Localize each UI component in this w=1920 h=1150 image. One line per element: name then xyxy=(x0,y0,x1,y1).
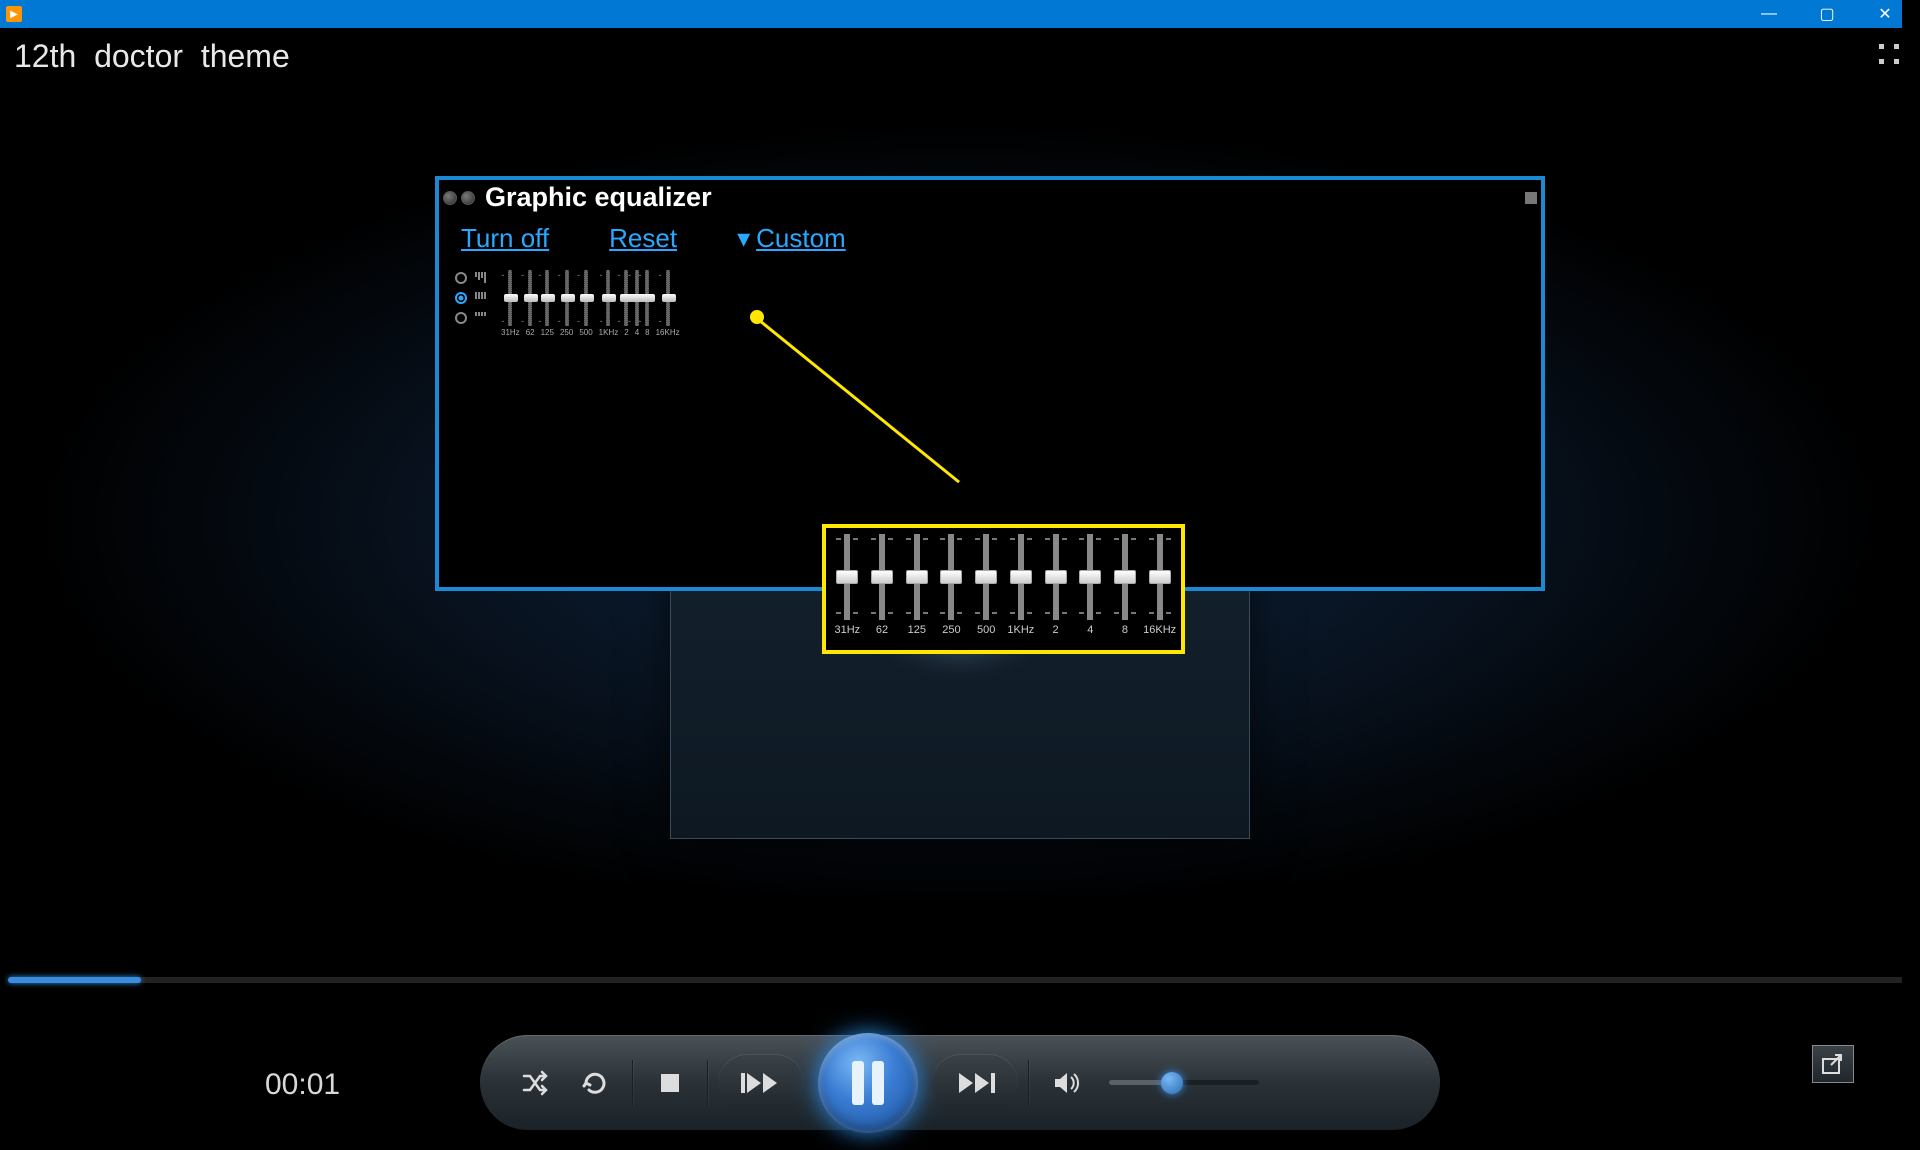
eq-band-label: 250 xyxy=(560,326,573,337)
eq-band-label: 1KHz xyxy=(599,326,619,337)
stop-button[interactable] xyxy=(643,1056,697,1110)
eq-band-slider[interactable]: 16KHz xyxy=(1142,534,1177,648)
eq-band-slider[interactable]: 250 xyxy=(560,270,573,337)
eq-band-label: 500 xyxy=(579,326,592,337)
mute-button[interactable] xyxy=(1039,1056,1093,1110)
eq-band-slider[interactable]: 125 xyxy=(899,534,934,648)
eq-band-slider[interactable]: 2 xyxy=(1038,534,1073,648)
eq-mode-icon xyxy=(475,292,493,304)
eq-band-slider[interactable]: 8 xyxy=(645,270,649,337)
eq-band-label: 16KHz xyxy=(1143,620,1176,636)
maximize-button[interactable]: ▢ xyxy=(1798,0,1856,28)
repeat-button[interactable] xyxy=(568,1056,622,1110)
eq-zoom-callout: 31Hz 62 125 250 500 1KHz 2 4 8 16KHz xyxy=(822,524,1185,654)
equalizer-close-icon[interactable] xyxy=(1525,192,1537,204)
seek-progress xyxy=(8,977,141,983)
window-controls: — ▢ ✕ xyxy=(1740,0,1914,28)
equalizer-title: Graphic equalizer xyxy=(479,182,712,213)
volume-thumb[interactable] xyxy=(1161,1072,1183,1094)
eq-band-slider[interactable]: 62 xyxy=(526,270,535,337)
eq-band-slider[interactable]: 500 xyxy=(969,534,1004,648)
eq-band-slider[interactable]: 62 xyxy=(865,534,900,648)
eq-band-label: 62 xyxy=(876,620,888,636)
eq-band-slider[interactable]: 16KHz xyxy=(656,270,680,337)
eq-band-slider[interactable]: 250 xyxy=(934,534,969,648)
eq-band-slider[interactable]: 31Hz xyxy=(830,534,865,648)
eq-band-slider[interactable]: 1KHz xyxy=(1004,534,1039,648)
eq-band-label: 16KHz xyxy=(656,326,680,337)
eq-handle-icon[interactable] xyxy=(443,191,457,205)
eq-view-radio[interactable] xyxy=(455,272,467,284)
eq-band-label: 4 xyxy=(635,326,639,337)
eq-reset-link[interactable]: Reset xyxy=(609,223,677,254)
eq-preset-dropdown[interactable]: Custom xyxy=(737,223,846,254)
pause-button[interactable] xyxy=(818,1033,918,1133)
eq-band-label: 62 xyxy=(526,326,535,337)
time-display: 00:01 xyxy=(265,1068,340,1102)
titlebar: ▶ — ▢ ✕ xyxy=(0,0,1920,28)
eq-band-label: 250 xyxy=(942,620,960,636)
eq-band-slider[interactable]: 4 xyxy=(1073,534,1108,648)
eq-band-label: 8 xyxy=(1122,620,1128,636)
eq-band-slider[interactable]: 125 xyxy=(541,270,554,337)
eq-view-radio[interactable] xyxy=(455,292,467,304)
seek-bar[interactable] xyxy=(8,977,1908,983)
playback-controls xyxy=(480,1035,1440,1130)
eq-band-label: 2 xyxy=(624,326,628,337)
eq-band-slider[interactable]: 8 xyxy=(1108,534,1143,648)
eq-mode-icon xyxy=(475,272,493,284)
previous-button[interactable] xyxy=(718,1054,804,1112)
eq-band-label: 1KHz xyxy=(1007,620,1034,636)
eq-sliders: 31Hz 62 125 250 500 1KHz 248 16KHz xyxy=(501,270,680,337)
eq-band-label: 31Hz xyxy=(501,326,520,337)
eq-band-slider[interactable]: 31Hz xyxy=(501,270,520,337)
volume-slider[interactable] xyxy=(1109,1080,1259,1085)
eq-band-slider[interactable]: 2 xyxy=(624,270,628,337)
eq-band-label: 125 xyxy=(908,620,926,636)
eq-mode-icon xyxy=(475,312,493,324)
next-button[interactable] xyxy=(932,1054,1018,1112)
eq-turn-off-link[interactable]: Turn off xyxy=(461,223,549,254)
eq-band-label: 500 xyxy=(977,620,995,636)
app-icon: ▶ xyxy=(6,6,22,22)
eq-band-label: 4 xyxy=(1087,620,1093,636)
eq-view-radio[interactable] xyxy=(455,312,467,324)
switch-view-icon[interactable] xyxy=(1878,43,1900,70)
restore-window-button[interactable] xyxy=(1812,1045,1854,1083)
eq-band-label: 125 xyxy=(541,326,554,337)
minimize-button[interactable]: — xyxy=(1740,0,1798,28)
eq-band-label: 2 xyxy=(1053,620,1059,636)
eq-band-label: 31Hz xyxy=(835,620,861,636)
eq-handle-icon[interactable] xyxy=(461,191,475,205)
eq-band-slider[interactable]: 4 xyxy=(635,270,639,337)
eq-band-slider[interactable]: 1KHz xyxy=(599,270,619,337)
eq-band-label: 8 xyxy=(645,326,649,337)
eq-band-slider[interactable]: 500 xyxy=(579,270,592,337)
shuffle-button[interactable] xyxy=(508,1056,562,1110)
